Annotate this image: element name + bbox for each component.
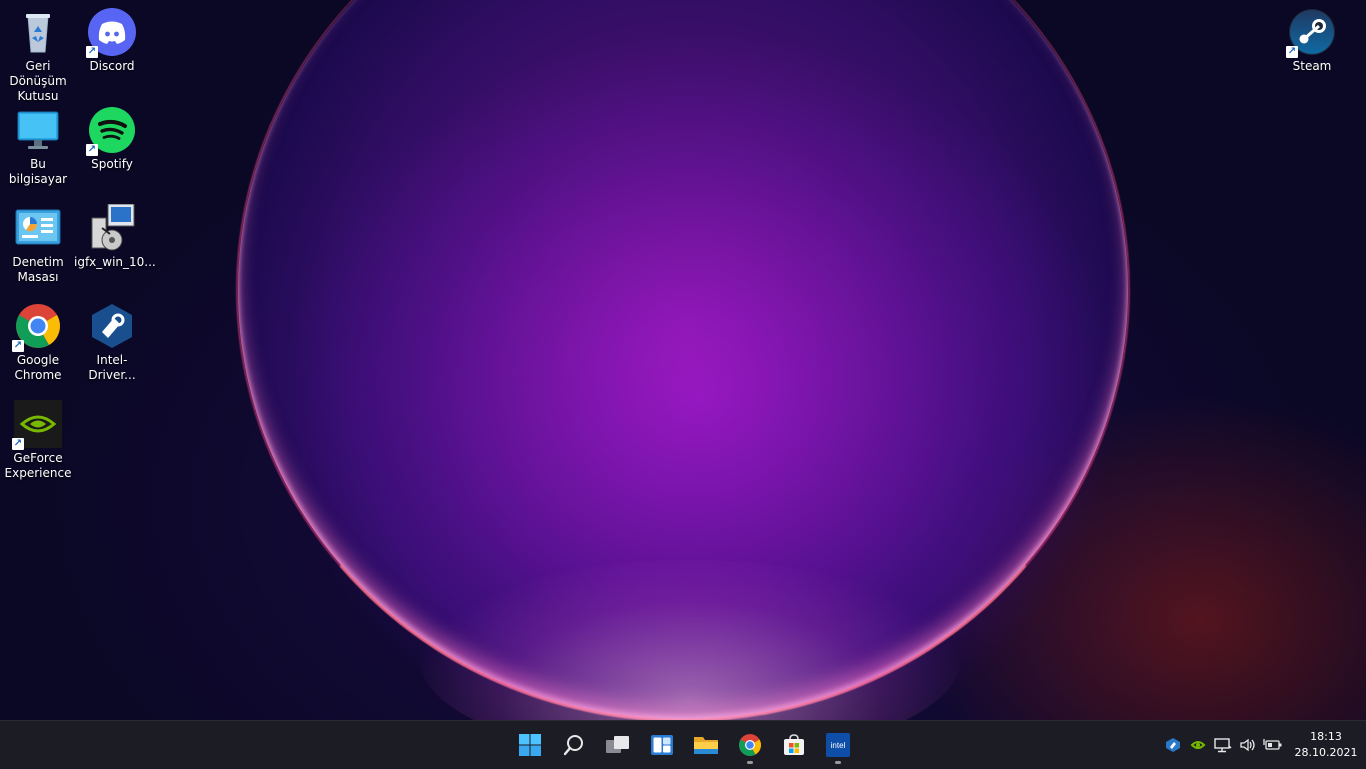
desktop-icon-geforce[interactable]: ↗ GeForce Experience	[0, 400, 76, 481]
desktop-icon-chrome[interactable]: ↗ Google Chrome	[0, 302, 76, 383]
running-indicator	[747, 761, 753, 764]
desktop-wallpaper	[0, 0, 1366, 720]
desktop-icon-label: GeForce Experience	[4, 451, 72, 480]
desktop-icon-intel-driver[interactable]: Intel-Driver...	[74, 302, 150, 383]
store-button[interactable]	[772, 721, 816, 769]
shortcut-arrow-icon: ↗	[1286, 46, 1298, 58]
clock-time: 18:13	[1310, 730, 1342, 743]
desktop-icon-label: Bu bilgisayar	[8, 157, 68, 186]
taskbar: intel 18:13 28.10.2021	[0, 720, 1366, 769]
intel-driver-assistant-icon	[88, 302, 136, 350]
windows-start-icon	[519, 734, 541, 756]
shortcut-arrow-icon: ↗	[12, 438, 24, 450]
network-icon[interactable]	[1211, 733, 1235, 757]
nvidia-geforce-icon: ↗	[12, 400, 62, 450]
intel-driver-tray-icon[interactable]	[1161, 733, 1185, 757]
shortcut-arrow-icon: ↗	[86, 144, 98, 156]
desktop-icon-label: Geri Dönüşüm Kutusu	[9, 59, 67, 103]
desktop-icon-this-pc[interactable]: Bu bilgisayar	[0, 106, 76, 187]
steam-icon: ↗	[1286, 8, 1336, 58]
desktop-icon-discord[interactable]: ↗ Discord	[74, 8, 150, 74]
desktop-icon-label: Spotify	[91, 157, 133, 171]
store-icon	[784, 734, 804, 755]
task-view-icon	[606, 736, 629, 753]
desktop-icon-label: Intel-Driver...	[88, 353, 136, 382]
recycle-bin-icon	[14, 8, 62, 56]
intel-icon: intel	[826, 733, 850, 757]
folder-icon	[694, 737, 718, 754]
taskbar-apps: intel	[508, 721, 860, 769]
desktop-icon-spotify[interactable]: ↗ Spotify	[74, 106, 150, 172]
spotify-icon: ↗	[86, 106, 136, 156]
battery-icon[interactable]	[1261, 733, 1285, 757]
desktop-icon-control-panel[interactable]: Denetim Masası	[0, 204, 76, 285]
task-view-button[interactable]	[596, 721, 640, 769]
desktop-icon-label: Discord	[89, 59, 135, 73]
nvidia-tray-icon[interactable]	[1186, 733, 1210, 757]
shortcut-arrow-icon: ↗	[12, 340, 24, 352]
desktop-icon-label: igfx_win_10...	[74, 255, 156, 269]
desktop-icon-label: Steam	[1292, 59, 1332, 73]
monitor-icon	[14, 106, 62, 154]
desktop-icon-label: Denetim Masası	[12, 255, 64, 284]
widgets-icon	[651, 735, 673, 755]
clock[interactable]: 18:13 28.10.2021	[1290, 729, 1362, 761]
control-panel-icon	[14, 204, 62, 252]
running-indicator	[835, 761, 841, 764]
intel-icon-text: intel	[830, 740, 846, 750]
widgets-button[interactable]	[640, 721, 684, 769]
installer-icon	[88, 203, 136, 252]
system-tray: 18:13 28.10.2021	[1161, 721, 1366, 769]
discord-icon: ↗	[86, 8, 136, 58]
chrome-icon	[739, 734, 761, 756]
chrome-taskbar-button[interactable]	[728, 721, 772, 769]
intel-taskbar-button[interactable]: intel	[816, 721, 860, 769]
search-button[interactable]	[552, 721, 596, 769]
clock-date: 28.10.2021	[1294, 746, 1358, 759]
desktop-icon-label: Google Chrome	[14, 353, 62, 382]
file-explorer-button[interactable]	[684, 721, 728, 769]
start-button[interactable]	[508, 721, 552, 769]
search-icon	[563, 735, 583, 756]
desktop-icon-recycle-bin[interactable]: Geri Dönüşüm Kutusu	[0, 8, 76, 104]
chrome-icon: ↗	[12, 302, 62, 352]
desktop-icon-igfx[interactable]: igfx_win_10...	[74, 203, 156, 270]
volume-icon[interactable]	[1236, 733, 1260, 757]
shortcut-arrow-icon: ↗	[86, 46, 98, 58]
desktop-icon-steam[interactable]: ↗ Steam	[1274, 8, 1350, 74]
